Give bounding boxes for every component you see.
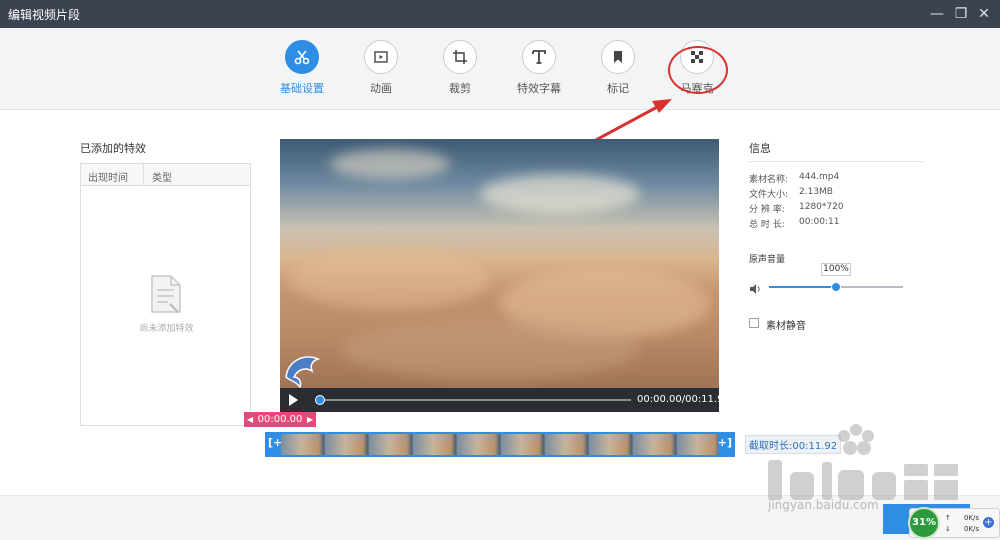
info-key-name: 素材名称: [749,175,789,185]
progress-track[interactable] [318,399,631,401]
download-arrow-icon: ↓ [945,525,951,533]
volume-fill [769,286,836,288]
speaker-icon[interactable] [749,280,761,299]
player-controls: 00:00.00/00:11.92 [280,388,719,412]
column-divider [143,164,144,186]
info-key-duration: 总 时 长: [749,220,785,230]
info-value-resolution: 1280*720 [799,202,844,212]
column-appear-time: 出现时间 [88,173,128,184]
document-icon [150,274,182,318]
effects-title: 已添加的特效 [80,142,146,155]
play-icon[interactable] [289,394,298,406]
upload-speed: 0K/s [964,514,980,522]
video-player: 00:00.00/00:11.92 [280,139,719,412]
volume-label: 原声音量 [749,255,786,265]
timeline-thumbnails [281,434,718,455]
volume-handle[interactable] [831,282,841,292]
upload-arrow-icon: ↑ [945,514,951,522]
mute-label: 素材静音 [766,321,806,332]
progress-handle[interactable] [315,395,325,405]
tag-left-arrow-icon: ◀ [247,415,254,424]
volume-value-badge: 100% [821,263,851,276]
column-type: 类型 [152,173,172,184]
info-key-resolution: 分 辨 率: [749,205,785,215]
playback-time: 00:00.00/00:11.92 [637,394,719,405]
effects-header: 出现时间 类型 [81,164,250,186]
trim-end-handle-icon[interactable]: +] [718,436,732,449]
start-time-text: 00:00.00 [257,414,303,425]
start-time-tag[interactable]: ◀ 00:00.00 ▶ [244,412,316,427]
info-value-size: 2.13MB [799,187,833,197]
plus-icon[interactable]: + [982,516,995,529]
dolphin-watermark-icon [282,347,324,393]
info-value-name: 444.mp4 [799,172,840,182]
watermark-url: jingyan.baidu.com [768,498,879,512]
info-title: 信息 [749,142,771,155]
mute-checkbox[interactable] [749,318,759,328]
info-key-size: 文件大小: [749,190,789,200]
tag-right-arrow-icon: ▶ [306,415,313,424]
download-speed: 0K/s [964,525,980,533]
info-value-duration: 00:00:11 [799,217,840,227]
effects-list: 出现时间 类型 尚未添加特效 [80,163,251,426]
info-divider [748,161,924,162]
timeline-strip[interactable]: [+ +] [265,432,735,457]
video-frame [280,139,719,388]
empty-effects-text: 尚未添加特效 [139,324,194,334]
